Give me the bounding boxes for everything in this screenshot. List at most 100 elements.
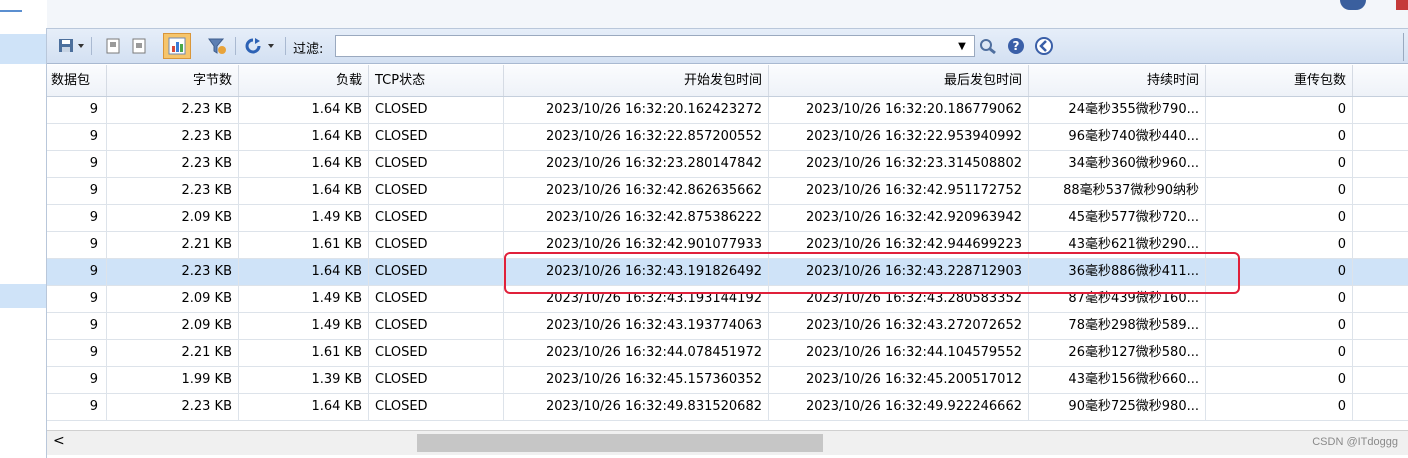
cell-start-time: 2023/10/26 16:32:23.280147842: [504, 151, 769, 177]
cell-packets: 9: [47, 313, 107, 339]
cell-retransmits: 0: [1206, 313, 1353, 339]
table-row[interactable]: 9 2.23 KB 1.64 KB CLOSED 2023/10/26 16:32:22…: [47, 124, 1408, 151]
cell-start-time: 2023/10/26 16:32:45.157360352: [504, 367, 769, 393]
cell-retransmits: 0: [1206, 151, 1353, 177]
cell-bytes: 1.99 KB: [107, 367, 239, 393]
cell-end-time: 2023/10/26 16:32:20.186779062: [769, 97, 1029, 123]
cell-start-time: 2023/10/26 16:32:43.193144192: [504, 286, 769, 312]
table-row[interactable]: 9 2.09 KB 1.49 KB CLOSED 2023/10/26 16:32:43…: [47, 286, 1408, 313]
cell-end-time: 2023/10/26 16:32:43.280583352: [769, 286, 1029, 312]
table-row[interactable]: 9 2.23 KB 1.64 KB CLOSED 2023/10/26 16:32:43…: [47, 259, 1408, 286]
cell-end-time: 2023/10/26 16:32:42.951172752: [769, 178, 1029, 204]
cell-packets: 9: [47, 232, 107, 258]
cell-payload: 1.49 KB: [239, 313, 369, 339]
filter-config-icon[interactable]: [205, 36, 229, 56]
cell-bytes: 2.21 KB: [107, 232, 239, 258]
table-row[interactable]: 9 2.21 KB 1.61 KB CLOSED 2023/10/26 16:32:44…: [47, 340, 1408, 367]
cell-end-time: 2023/10/26 16:32:49.922246662: [769, 394, 1029, 420]
cell-duration: 34毫秒360微秒960...: [1029, 151, 1206, 177]
close-icon[interactable]: [1396, 0, 1408, 10]
cell-payload: 1.64 KB: [239, 124, 369, 150]
table-row[interactable]: 9 2.23 KB 1.64 KB CLOSED 2023/10/26 16:32:23…: [47, 151, 1408, 178]
cell-duration: 43毫秒621微秒290...: [1029, 232, 1206, 258]
cell-retransmits: 0: [1206, 178, 1353, 204]
filter-input[interactable]: [335, 35, 975, 57]
left-panel-selected-item-2[interactable]: [0, 284, 46, 308]
cell-bytes: 2.09 KB: [107, 313, 239, 339]
cell-end-time: 2023/10/26 16:32:42.920963942: [769, 205, 1029, 231]
table-row[interactable]: 9 2.23 KB 1.64 KB CLOSED 2023/10/26 16:32:49…: [47, 394, 1408, 421]
column-header-payload[interactable]: 负载: [239, 65, 369, 96]
cell-duration: 24毫秒355微秒790...: [1029, 97, 1206, 123]
chart-icon[interactable]: [163, 33, 191, 59]
bookmark-icon[interactable]: [103, 36, 123, 56]
cell-duration: 45毫秒577微秒720...: [1029, 205, 1206, 231]
cell-tcp-state: CLOSED: [369, 394, 504, 420]
cell-end-time: 2023/10/26 16:32:44.104579552: [769, 340, 1029, 366]
title-strip: [47, 0, 1408, 28]
save-dropdown-icon[interactable]: [57, 36, 87, 56]
column-header-bytes[interactable]: 字节数: [107, 65, 239, 96]
table-row[interactable]: 9 2.09 KB 1.49 KB CLOSED 2023/10/26 16:32:42…: [47, 205, 1408, 232]
cell-duration: 26毫秒127微秒580...: [1029, 340, 1206, 366]
toolbar-separator: [91, 37, 92, 55]
table-row[interactable]: 9 2.23 KB 1.64 KB CLOSED 2023/10/26 16:32:42…: [47, 178, 1408, 205]
cell-packets: 9: [47, 205, 107, 231]
cell-bytes: 2.23 KB: [107, 178, 239, 204]
bookmark-alt-icon[interactable]: [129, 36, 149, 56]
column-header-tcp-state[interactable]: TCP状态: [369, 65, 504, 96]
cell-extra: [1353, 367, 1408, 393]
user-icon[interactable]: [1340, 0, 1366, 10]
column-header-extra[interactable]: 吉: [1353, 65, 1408, 96]
cell-payload: 1.49 KB: [239, 205, 369, 231]
cell-tcp-state: CLOSED: [369, 205, 504, 231]
column-header-end-time[interactable]: 最后发包时间: [769, 65, 1029, 96]
cell-retransmits: 0: [1206, 97, 1353, 123]
cell-packets: 9: [47, 97, 107, 123]
cell-start-time: 2023/10/26 16:32:44.078451972: [504, 340, 769, 366]
column-header-start-time[interactable]: 开始发包时间: [504, 65, 769, 96]
cell-end-time: 2023/10/26 16:32:43.272072652: [769, 313, 1029, 339]
table-row[interactable]: 9 1.99 KB 1.39 KB CLOSED 2023/10/26 16:32:45…: [47, 367, 1408, 394]
cell-tcp-state: CLOSED: [369, 124, 504, 150]
cell-extra: [1353, 151, 1408, 177]
left-panel-selected-item[interactable]: [0, 34, 46, 64]
toolbar-separator: [285, 37, 286, 55]
cell-extra: [1353, 286, 1408, 312]
cell-end-time: 2023/10/26 16:32:45.200517012: [769, 367, 1029, 393]
cell-retransmits: 0: [1206, 232, 1353, 258]
cell-packets: 9: [47, 367, 107, 393]
help-icon[interactable]: ?: [1005, 36, 1027, 56]
cell-payload: 1.64 KB: [239, 97, 369, 123]
cell-packets: 9: [47, 259, 107, 285]
horizontal-scrollbar[interactable]: < CSDN @ITdoggg: [47, 430, 1408, 455]
table-row[interactable]: 9 2.21 KB 1.61 KB CLOSED 2023/10/26 16:32:42…: [47, 232, 1408, 259]
table-row[interactable]: 9 2.23 KB 1.64 KB CLOSED 2023/10/26 16:32:20…: [47, 97, 1408, 124]
column-header-duration[interactable]: 持续时间: [1029, 65, 1206, 96]
toolbar-end-grip: [1403, 33, 1408, 61]
cell-duration: 87毫秒439微秒160...: [1029, 286, 1206, 312]
cell-payload: 1.64 KB: [239, 151, 369, 177]
refresh-icon[interactable]: [243, 36, 279, 56]
cell-bytes: 2.09 KB: [107, 286, 239, 312]
cell-payload: 1.39 KB: [239, 367, 369, 393]
scrollbar-thumb[interactable]: [417, 434, 823, 452]
table-row[interactable]: 9 2.09 KB 1.49 KB CLOSED 2023/10/26 16:32:43…: [47, 313, 1408, 340]
cell-bytes: 2.23 KB: [107, 97, 239, 123]
back-icon[interactable]: [1033, 36, 1055, 56]
column-header-packets[interactable]: 数据包: [47, 65, 107, 96]
cell-bytes: 2.23 KB: [107, 124, 239, 150]
cell-retransmits: 0: [1206, 205, 1353, 231]
column-header-retransmits[interactable]: 重传包数: [1206, 65, 1353, 96]
cell-retransmits: 0: [1206, 124, 1353, 150]
cell-retransmits: 0: [1206, 394, 1353, 420]
cell-extra: [1353, 340, 1408, 366]
chevron-down-icon[interactable]: ▼: [953, 36, 971, 56]
cell-extra: [1353, 97, 1408, 123]
filter-label: 过滤:: [293, 42, 324, 57]
left-panel: [0, 0, 46, 458]
cell-retransmits: 0: [1206, 340, 1353, 366]
cell-bytes: 2.09 KB: [107, 205, 239, 231]
scroll-left-button[interactable]: <: [53, 433, 65, 449]
search-icon[interactable]: [977, 36, 999, 56]
